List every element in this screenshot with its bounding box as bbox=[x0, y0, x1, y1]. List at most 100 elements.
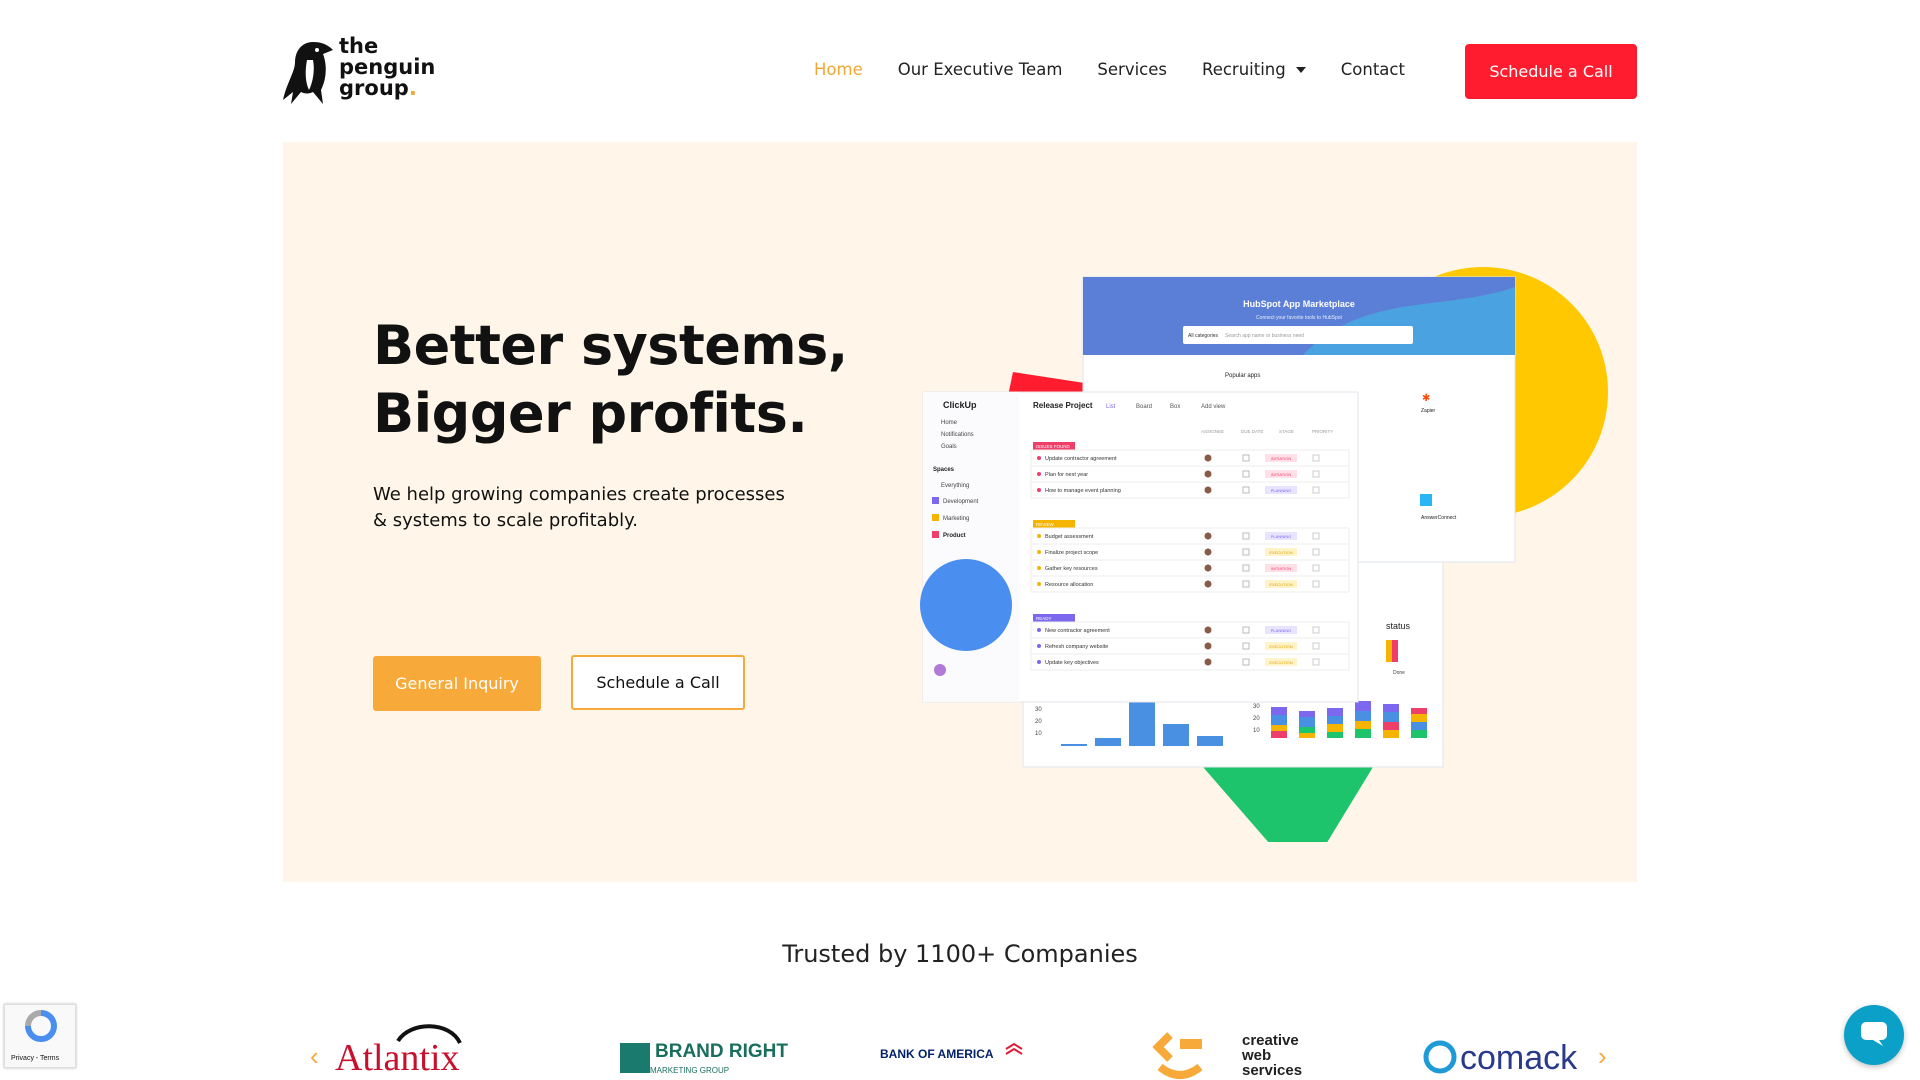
col-priority: PRIORITY bbox=[1312, 429, 1333, 434]
general-inquiry-button[interactable]: General Inquiry bbox=[373, 656, 541, 711]
green-triangle-shape bbox=[1203, 767, 1373, 842]
stage-label: PLANNING bbox=[1271, 628, 1291, 633]
task-name: Finalize project scope bbox=[1045, 550, 1098, 556]
main-nav: Home Our Executive Team Services Recruit… bbox=[814, 60, 1440, 79]
hero-section: Better systems, Bigger profits. We help … bbox=[283, 142, 1637, 882]
task-status-dot bbox=[1037, 566, 1041, 570]
hubspot-subtitle: Connect your favorite tools to HubSpot bbox=[1256, 315, 1342, 321]
clickup-space-product: Product bbox=[943, 533, 966, 539]
assignee-avatar bbox=[1204, 486, 1212, 494]
hero-title: Better systems, Bigger profits. bbox=[373, 312, 848, 448]
brand-line-penguin: penguin bbox=[339, 55, 436, 79]
chat-icon bbox=[1861, 1021, 1887, 1046]
clickup-view-list: List bbox=[1106, 404, 1116, 410]
assignee-avatar bbox=[1204, 580, 1212, 588]
svg-text:20: 20 bbox=[1035, 719, 1042, 725]
assignee-avatar bbox=[1204, 642, 1212, 650]
stage-label: INITIATION bbox=[1271, 456, 1292, 461]
zapier-icon: ✱ bbox=[1422, 393, 1430, 404]
clickup-project: Release Project bbox=[1033, 401, 1093, 410]
stage-label: INITIATION bbox=[1271, 566, 1292, 571]
task-groups: ISSUES FOUND Update contractor agreement I… bbox=[1030, 442, 1350, 671]
assignee-avatar bbox=[1204, 532, 1212, 540]
penguin-icon bbox=[283, 42, 333, 104]
brand-dot: . bbox=[408, 76, 417, 100]
task-name: Update contractor agreement bbox=[1045, 456, 1117, 462]
clickup-space-marketing: Marketing bbox=[943, 516, 969, 522]
logo-brand-right: BRAND RIGHT bbox=[655, 1041, 788, 1062]
logo-bank-of-america: BANK OF AMERICA bbox=[880, 1047, 994, 1061]
assignee-avatar bbox=[1204, 564, 1212, 572]
task-name: Resource allocation bbox=[1045, 582, 1093, 588]
assignee-avatar bbox=[1204, 454, 1212, 462]
clickup-nav-goals: Goals bbox=[941, 444, 957, 450]
chevron-right-icon[interactable]: › bbox=[1598, 1041, 1607, 1071]
nav-services[interactable]: Services bbox=[1097, 60, 1167, 79]
nav-executive-team[interactable]: Our Executive Team bbox=[898, 60, 1063, 79]
nav-contact[interactable]: Contact bbox=[1341, 60, 1405, 79]
task-name: New contractor agreement bbox=[1045, 628, 1110, 634]
group-label: REVIEW bbox=[1036, 522, 1055, 527]
brand-logo[interactable]: the penguin group. bbox=[283, 36, 443, 106]
logo-comack: comack bbox=[1460, 1039, 1578, 1077]
assignee-avatar bbox=[1204, 548, 1212, 556]
stage-label: PLANNING bbox=[1271, 534, 1291, 539]
task-status-dot bbox=[1037, 488, 1041, 492]
recaptcha-badge[interactable]: Privacy - Terms bbox=[4, 1004, 76, 1068]
hubspot-category: All categories bbox=[1188, 333, 1219, 339]
task-name: Budget assessment bbox=[1045, 534, 1094, 540]
logo-comack-icon bbox=[1423, 1040, 1457, 1074]
hubspot-popular: Popular apps bbox=[1225, 373, 1260, 379]
logo-services: services bbox=[1242, 1062, 1302, 1079]
clickup-view-board: Board bbox=[1136, 404, 1152, 410]
clickup-card: ClickUp Home Notifications Goals Spaces … bbox=[922, 391, 1359, 703]
hero-illustration: 30 20 10 30 20 10 status Done HubSpot Ap… bbox=[920, 267, 1608, 842]
stage-label: EXECUTION bbox=[1269, 660, 1292, 665]
hero-title-line1: Better systems, bbox=[373, 314, 848, 377]
schedule-call-button-hero[interactable]: Schedule a Call bbox=[571, 655, 745, 710]
nav-recruiting[interactable]: Recruiting bbox=[1202, 60, 1306, 79]
clickup-space-development: Development bbox=[943, 499, 979, 505]
clickup-space-everything: Everything bbox=[941, 483, 969, 489]
svg-text:20: 20 bbox=[1253, 716, 1260, 722]
task-status-dot bbox=[1037, 660, 1041, 664]
task-status-dot bbox=[1037, 456, 1041, 460]
clickup-nav-home: Home bbox=[941, 420, 958, 426]
answerconnect-label: AnswerConnect bbox=[1421, 515, 1457, 521]
chat-launcher-button[interactable] bbox=[1844, 1005, 1904, 1065]
col-due-date: DUE DATE bbox=[1241, 429, 1263, 434]
hero-subtitle: We help growing companies create process… bbox=[373, 484, 785, 531]
task-name: Update key objectives bbox=[1045, 660, 1099, 666]
brand-wordmark: the penguin group. bbox=[339, 36, 435, 99]
stage-label: EXECUTION bbox=[1269, 644, 1292, 649]
nav-home[interactable]: Home bbox=[814, 60, 863, 79]
svg-text:30: 30 bbox=[1253, 704, 1260, 710]
assignee-avatar bbox=[1204, 626, 1212, 634]
group-label: READY bbox=[1036, 616, 1052, 621]
hubspot-search: Search app name or business need bbox=[1225, 333, 1304, 339]
group-label: ISSUES FOUND bbox=[1036, 444, 1071, 449]
col-stage: STAGE bbox=[1279, 429, 1294, 434]
task-status-dot bbox=[1037, 534, 1041, 538]
svg-text:30: 30 bbox=[1035, 707, 1042, 713]
task-status-dot bbox=[1037, 582, 1041, 586]
chevron-left-icon[interactable]: ‹ bbox=[310, 1041, 319, 1071]
task-status-dot bbox=[1037, 550, 1041, 554]
chevron-down-icon bbox=[1295, 66, 1306, 73]
svg-text:10: 10 bbox=[1253, 728, 1260, 734]
task-name: How to manage event planning bbox=[1045, 488, 1121, 494]
logo-brand-right-icon bbox=[620, 1043, 650, 1073]
task-status-dot bbox=[1037, 472, 1041, 476]
client-logos: ‹ Atlantix BRAND RIGHT MARKETING GROUP B… bbox=[310, 1024, 1607, 1079]
svg-text:10: 10 bbox=[1035, 731, 1042, 737]
hero-title-line2: Bigger profits. bbox=[373, 382, 808, 445]
recaptcha-icon bbox=[25, 1010, 57, 1042]
assignee-avatar bbox=[1204, 470, 1212, 478]
trusted-heading: Trusted by 1100+ Companies bbox=[782, 940, 1138, 968]
clickup-nav-notifications: Notifications bbox=[941, 432, 974, 438]
stage-label: INITIATION bbox=[1271, 472, 1292, 477]
task-name: Refresh company website bbox=[1045, 644, 1108, 650]
task-status-dot bbox=[1037, 628, 1041, 632]
schedule-call-button-header[interactable]: Schedule a Call bbox=[1465, 44, 1637, 99]
blue-circle-shape bbox=[920, 559, 1012, 651]
